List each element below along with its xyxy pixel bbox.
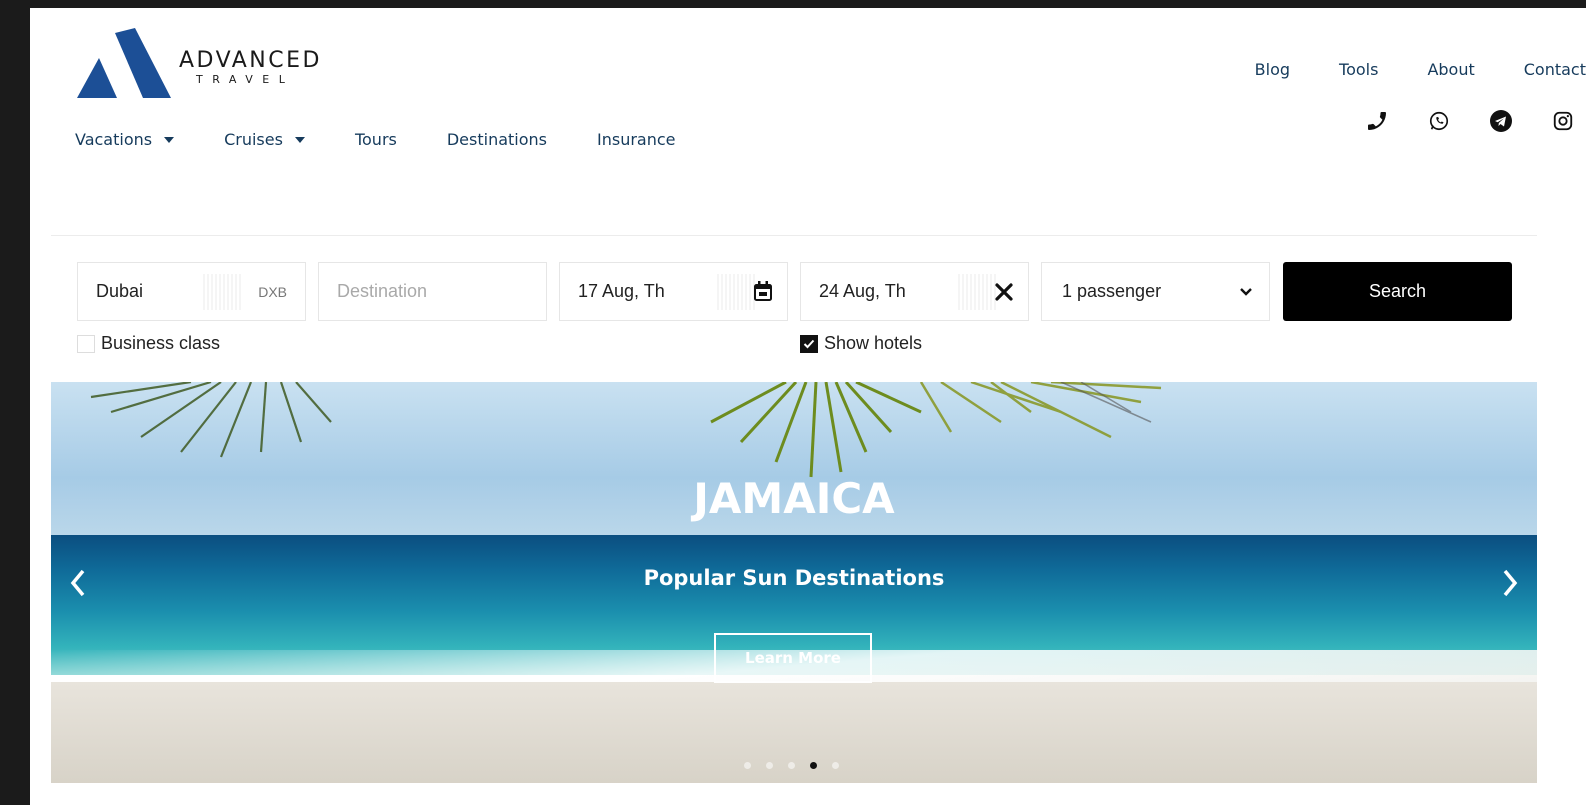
destination-field[interactable]: Destination bbox=[318, 262, 547, 321]
field-decoration bbox=[203, 274, 243, 310]
instagram-icon[interactable] bbox=[1550, 108, 1576, 134]
return-date-field[interactable]: 24 Aug, Th bbox=[800, 262, 1029, 321]
origin-field[interactable]: Dubai DXB bbox=[77, 262, 306, 321]
checkbox-unchecked[interactable] bbox=[77, 334, 95, 353]
learn-more-button[interactable]: Learn More bbox=[714, 633, 872, 683]
nav-tours[interactable]: Tours bbox=[355, 130, 397, 149]
nav-vacations-label: Vacations bbox=[75, 130, 153, 149]
hero-carousel: JAMAICA Popular Sun Destinations Learn M… bbox=[51, 382, 1537, 783]
flight-search-form: Dubai DXB Destination 17 Aug, Th 24 Aug,… bbox=[51, 235, 1537, 383]
depart-date-value: 17 Aug, Th bbox=[578, 281, 665, 301]
logo-mark-icon bbox=[77, 28, 171, 98]
hero-subtitle: Popular Sun Destinations bbox=[643, 566, 945, 590]
origin-value: Dubai bbox=[96, 281, 144, 301]
chevron-right-icon bbox=[1503, 569, 1518, 597]
nav-cruises-label: Cruises bbox=[224, 130, 283, 149]
nav-insurance[interactable]: Insurance bbox=[597, 130, 676, 149]
field-decoration bbox=[717, 274, 757, 310]
chevron-down-icon bbox=[1239, 283, 1253, 304]
carousel-dot[interactable] bbox=[744, 762, 751, 769]
logo[interactable]: ADVANCED TRAVEL bbox=[77, 28, 347, 100]
show-hotels-label: Show hotels bbox=[824, 333, 923, 353]
social-links bbox=[1328, 108, 1576, 134]
nav-destinations[interactable]: Destinations bbox=[447, 130, 547, 149]
calendar-icon[interactable] bbox=[753, 280, 773, 307]
show-hotels-checkbox[interactable]: Show hotels bbox=[800, 333, 922, 354]
checkmark-icon bbox=[803, 339, 815, 348]
carousel-next-button[interactable] bbox=[1501, 568, 1519, 606]
top-nav-contact[interactable]: Contact bbox=[1524, 60, 1586, 79]
passengers-value: 1 passenger bbox=[1062, 281, 1162, 301]
return-date-value: 24 Aug, Th bbox=[819, 281, 906, 301]
telegram-icon[interactable] bbox=[1488, 108, 1514, 134]
carousel-dot[interactable] bbox=[766, 762, 773, 769]
chevron-down-icon bbox=[294, 136, 305, 143]
carousel-prev-button[interactable] bbox=[69, 568, 87, 606]
top-nav-about[interactable]: About bbox=[1427, 60, 1474, 79]
nav-vacations[interactable]: Vacations bbox=[75, 130, 175, 149]
nav-cruises[interactable]: Cruises bbox=[224, 130, 305, 149]
brand-name: ADVANCED bbox=[179, 48, 322, 73]
carousel-dot[interactable] bbox=[788, 762, 795, 769]
nav-destinations-label: Destinations bbox=[446, 130, 548, 149]
search-button[interactable]: Search bbox=[1283, 262, 1512, 321]
field-decoration bbox=[958, 274, 998, 310]
origin-code: DXB bbox=[258, 283, 287, 300]
hero-title: JAMAICA bbox=[693, 474, 895, 523]
carousel-dot-active[interactable] bbox=[810, 762, 817, 769]
brand-tagline: TRAVEL bbox=[196, 73, 295, 86]
clear-date-icon[interactable] bbox=[994, 282, 1014, 307]
depart-date-field[interactable]: 17 Aug, Th bbox=[559, 262, 788, 321]
chevron-left-icon bbox=[70, 569, 85, 597]
business-class-label: Business class bbox=[101, 333, 221, 353]
chevron-down-icon bbox=[164, 136, 175, 143]
business-class-checkbox[interactable]: Business class bbox=[77, 333, 220, 354]
passengers-select[interactable]: 1 passenger bbox=[1041, 262, 1270, 321]
carousel-dots bbox=[744, 762, 854, 769]
whatsapp-icon[interactable] bbox=[1426, 108, 1452, 134]
page: ADVANCED TRAVEL Blog Tools About Contact… bbox=[30, 8, 1586, 805]
nav-insurance-label: Insurance bbox=[597, 130, 676, 149]
top-nav-blog[interactable]: Blog bbox=[1255, 60, 1290, 79]
carousel-dot[interactable] bbox=[832, 762, 839, 769]
phone-icon[interactable] bbox=[1364, 108, 1390, 134]
top-nav-tools[interactable]: Tools bbox=[1339, 60, 1378, 79]
nav-tours-label: Tours bbox=[354, 130, 397, 149]
checkbox-checked[interactable] bbox=[800, 334, 818, 353]
top-nav: Blog Tools About Contact bbox=[1206, 60, 1586, 79]
main-nav: Vacations Cruises Tours Destinations Ins… bbox=[75, 130, 726, 149]
destination-placeholder: Destination bbox=[337, 281, 428, 301]
